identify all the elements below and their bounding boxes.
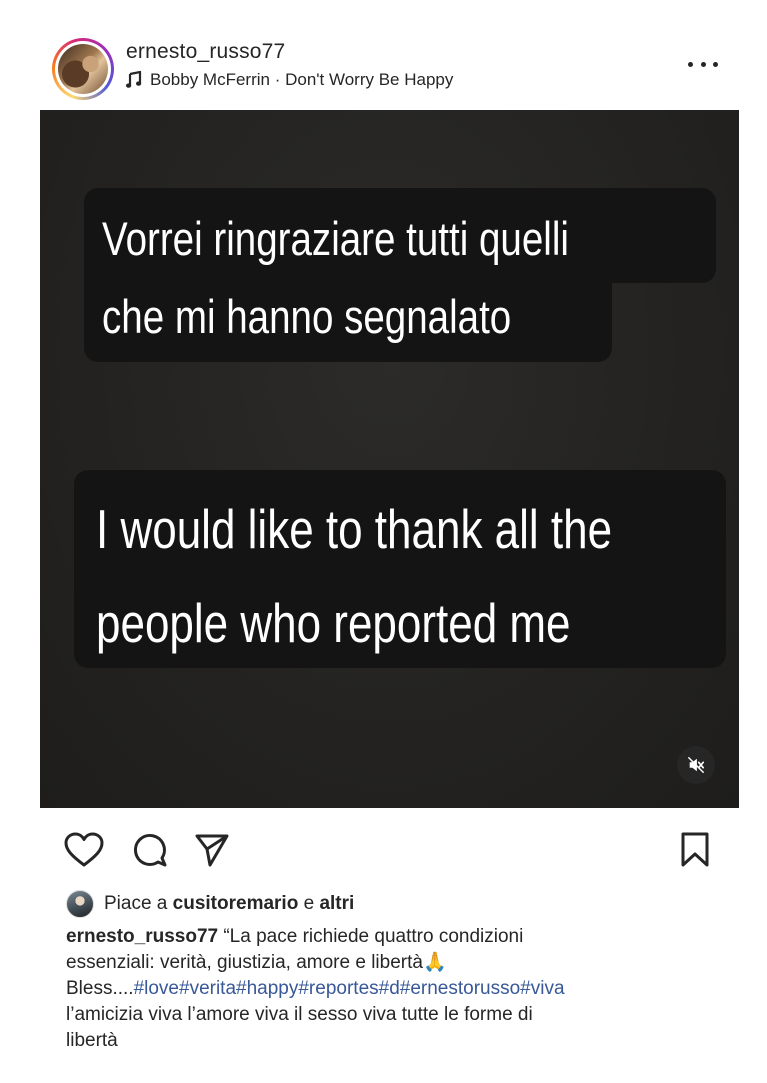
paper-plane-icon[interactable] xyxy=(194,832,230,868)
story-text-english: I would like to thank all the people who… xyxy=(96,482,612,670)
caption-text: essenziali: verità, giustizia, amore e l… xyxy=(66,952,423,973)
story-text-line: people who reported me xyxy=(96,592,571,654)
comment-bubble-icon[interactable] xyxy=(132,832,168,868)
music-track-label: Bobby McFerrin · Don't Worry Be Happy xyxy=(150,70,454,89)
avatar-story-ring[interactable] xyxy=(52,38,114,100)
story-text-line: I would like to thank all the xyxy=(96,498,613,560)
muted-speaker-icon xyxy=(688,757,705,773)
story-text-line: Vorrei ringraziare tutti quelli xyxy=(102,212,569,265)
post-username[interactable]: ernesto_russo77 xyxy=(126,40,285,64)
post-caption: ernesto_russo77 “La pace richiede quattr… xyxy=(66,924,716,1054)
caption-text: “La pace richiede quattro condizioni xyxy=(223,926,524,947)
story-text-italian: Vorrei ringraziare tutti quelli che mi h… xyxy=(102,200,569,356)
heart-icon[interactable] xyxy=(64,832,104,868)
caption-hashtags[interactable]: #love#verita#happy#reportes#d#ernestorus… xyxy=(134,978,565,999)
caption-text: libertà xyxy=(66,1030,118,1051)
caption-text: Bless.... xyxy=(66,978,134,999)
liker-avatar[interactable] xyxy=(66,890,94,918)
likes-summary[interactable]: Piace a cusitoremario e altri xyxy=(66,890,354,918)
post-header: ernesto_russo77 Bobby McFerrin · Don't W… xyxy=(0,0,767,108)
music-note-icon xyxy=(126,71,142,88)
avatar-image[interactable] xyxy=(58,44,108,94)
liker-username[interactable]: cusitoremario xyxy=(173,893,299,915)
post-actions xyxy=(0,820,767,880)
mute-button[interactable] xyxy=(677,746,715,784)
likes-others-link[interactable]: altri xyxy=(319,893,354,915)
dot xyxy=(688,61,693,67)
music-attribution[interactable]: Bobby McFerrin · Don't Worry Be Happy xyxy=(126,70,453,90)
dot xyxy=(700,61,706,67)
more-options-icon[interactable] xyxy=(688,58,718,70)
folded-hands-emoji: 🙏 xyxy=(422,952,447,973)
avatar[interactable] xyxy=(55,41,111,97)
likes-prefix: Piace a xyxy=(104,893,168,914)
post-media[interactable]: Vorrei ringraziare tutti quelli che mi h… xyxy=(40,110,739,808)
bookmark-icon[interactable] xyxy=(680,832,710,868)
caption-text: l’amicizia viva l’amore viva il sesso vi… xyxy=(66,1004,533,1025)
caption-username[interactable]: ernesto_russo77 xyxy=(66,926,218,947)
dot xyxy=(713,61,718,67)
likes-connector: e xyxy=(303,893,315,914)
story-text-line: che mi hanno segnalato xyxy=(102,290,512,343)
